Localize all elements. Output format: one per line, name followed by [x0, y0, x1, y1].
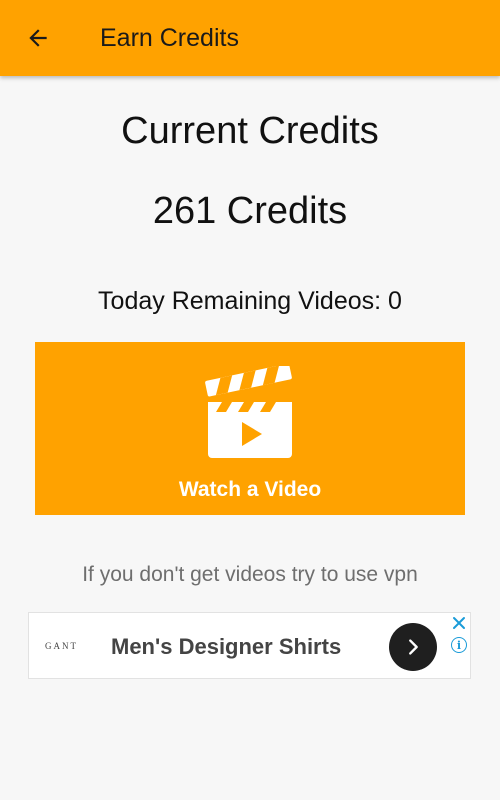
close-icon: [453, 617, 465, 629]
back-button[interactable]: [18, 20, 58, 56]
ad-close-button[interactable]: [451, 615, 467, 631]
video-clapperboard-icon: [205, 366, 292, 458]
ad-banner[interactable]: GANT Men's Designer Shirts i: [28, 612, 471, 679]
ad-open-button[interactable]: [389, 623, 437, 671]
chevron-right-icon: [409, 639, 418, 655]
credits-value: 261 Credits: [152, 190, 348, 232]
watch-video-label: Watch a Video: [178, 478, 322, 501]
arrow-left-icon: [29, 29, 47, 47]
watch-video-button[interactable]: Watch a Video: [35, 342, 465, 515]
app-bar: Earn Credits: [0, 0, 500, 76]
remaining-videos-text: Today Remaining Videos: 0: [98, 287, 402, 315]
page-title: Earn Credits: [100, 24, 239, 52]
ad-title[interactable]: Men's Designer Shirts: [111, 613, 341, 680]
ad-brand-logo: GANT: [45, 641, 78, 651]
info-icon[interactable]: i: [451, 637, 467, 653]
vpn-hint-text: If you don't get videos try to use vpn: [82, 563, 418, 586]
current-credits-label: Current Credits: [121, 110, 379, 152]
